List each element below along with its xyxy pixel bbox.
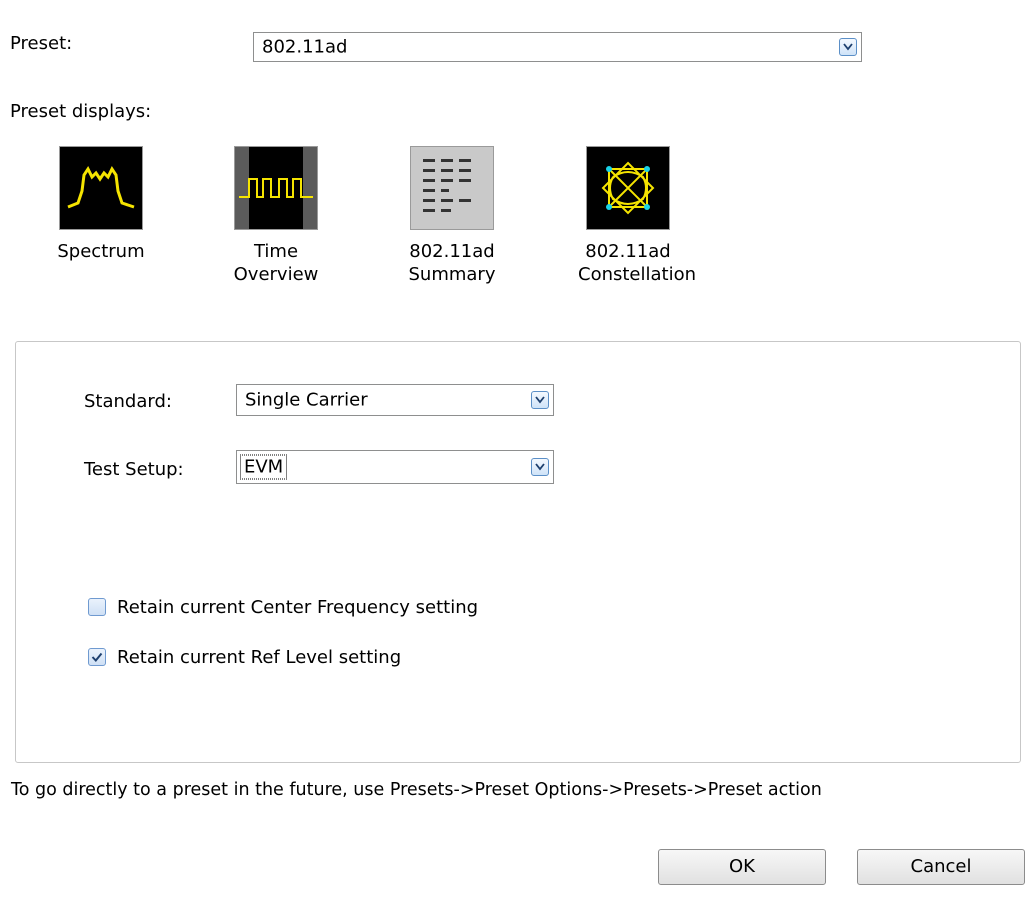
display-caption-line1: Spectrum <box>57 241 145 262</box>
test-setup-label: Test Setup: <box>84 459 184 480</box>
spectrum-icon <box>59 146 143 230</box>
chevron-down-icon[interactable] <box>839 38 857 56</box>
retain-ref-level-label[interactable]: Retain current Ref Level setting <box>117 647 401 669</box>
display-caption-line1: Time Overview <box>233 241 319 285</box>
display-caption-line2: Summary <box>408 264 496 285</box>
checkmark-icon <box>91 652 103 663</box>
standard-value: Single Carrier <box>245 389 368 411</box>
retain-center-frequency-checkbox[interactable] <box>88 598 106 616</box>
summary-icon <box>410 146 494 230</box>
standard-select[interactable]: Single Carrier <box>236 384 554 416</box>
display-caption-line1: 802.11ad <box>585 241 671 262</box>
retain-ref-level-checkbox[interactable] <box>88 648 106 666</box>
retain-center-frequency-label[interactable]: Retain current Center Frequency setting <box>117 597 478 619</box>
preset-value: 802.11ad <box>262 36 348 58</box>
ok-button[interactable]: OK <box>658 849 826 885</box>
chevron-down-icon[interactable] <box>531 391 549 409</box>
time-overview-icon <box>234 146 318 230</box>
preset-hint-text: To go directly to a preset in the future… <box>11 780 822 800</box>
display-spectrum[interactable]: Spectrum <box>51 146 151 263</box>
display-constellation[interactable]: 802.11ad Constellation <box>578 146 697 286</box>
display-caption-line2: Constellation <box>578 264 697 285</box>
preset-label: Preset: <box>10 33 73 54</box>
preset-displays-label: Preset displays: <box>10 101 152 122</box>
display-time-overview[interactable]: Time Overview <box>226 146 326 286</box>
display-caption-line1: 802.11ad <box>409 241 495 262</box>
constellation-icon <box>586 146 670 230</box>
test-setup-value: EVM <box>239 454 288 480</box>
display-summary[interactable]: 802.11ad Summary <box>402 146 502 286</box>
cancel-button[interactable]: Cancel <box>857 849 1025 885</box>
chevron-down-icon[interactable] <box>531 458 549 476</box>
standard-label: Standard: <box>84 391 172 412</box>
test-setup-select[interactable]: EVM <box>236 450 554 484</box>
preset-select[interactable]: 802.11ad <box>253 32 862 62</box>
